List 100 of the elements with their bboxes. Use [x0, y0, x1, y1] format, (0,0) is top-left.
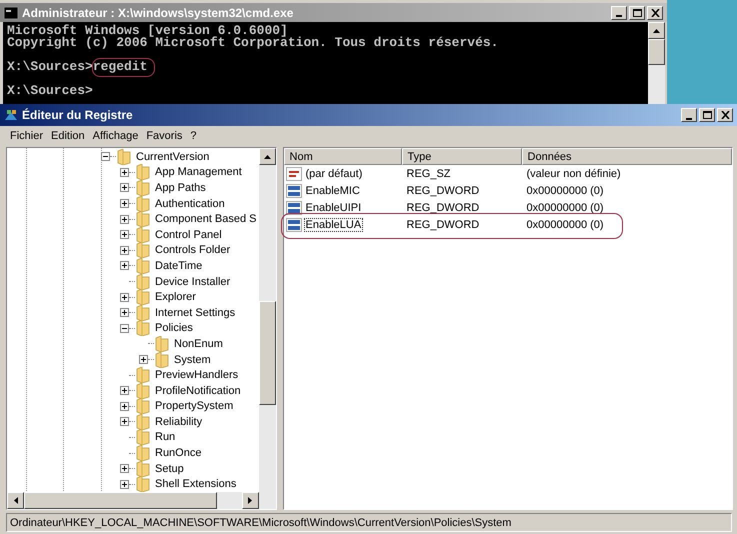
- expand-icon[interactable]: [139, 355, 148, 364]
- tree-item[interactable]: System: [172, 354, 213, 366]
- column-header[interactable]: Données: [522, 148, 732, 165]
- expand-icon[interactable]: [120, 308, 129, 318]
- expand-icon[interactable]: [120, 402, 129, 411]
- prompt-text: X:\Sources>: [7, 59, 93, 74]
- console-line: X:\Sources>: [7, 83, 93, 98]
- folder-icon: [136, 382, 150, 399]
- string-value-icon: [286, 166, 302, 180]
- tree-item[interactable]: Device Installer: [153, 276, 232, 288]
- window-title: Éditeur du Registre: [22, 108, 134, 122]
- folder-icon: [136, 367, 150, 384]
- maximize-button[interactable]: [699, 108, 715, 122]
- folder-icon: [136, 304, 150, 321]
- folder-icon: [136, 414, 150, 430]
- folder-icon: [136, 429, 150, 446]
- tree-item[interactable]: PropertySystem: [153, 400, 236, 412]
- tree-item[interactable]: Controls Folder: [153, 244, 232, 256]
- tree-item[interactable]: PreviewHandlers: [153, 369, 240, 382]
- folder-icon: [136, 320, 150, 336]
- tree-item[interactable]: NonEnum: [172, 338, 225, 350]
- tree-item[interactable]: Explorer: [153, 291, 198, 304]
- binary-value-icon: [286, 184, 302, 198]
- expand-icon[interactable]: [120, 480, 129, 489]
- folder-icon: [136, 476, 150, 492]
- tree-item[interactable]: App Paths: [153, 182, 208, 194]
- console-line: Microsoft Windows [version 6.0.6000]: [7, 23, 288, 38]
- tree-item[interactable]: App Management: [153, 166, 244, 178]
- folder-icon: [136, 398, 150, 414]
- expand-icon[interactable]: [120, 417, 129, 426]
- folder-icon: [136, 242, 150, 258]
- folder-icon: [117, 148, 131, 165]
- tree-item[interactable]: DateTime: [153, 260, 204, 272]
- tree-item[interactable]: Authentication: [153, 198, 227, 210]
- folder-icon: [136, 460, 150, 477]
- folder-icon: [136, 445, 150, 462]
- minimize-button[interactable]: [681, 108, 697, 122]
- folder-icon: [136, 196, 150, 212]
- value-type: REG_DWORD: [406, 202, 480, 214]
- horizontal-scrollbar[interactable]: [7, 492, 276, 509]
- expand-icon[interactable]: [120, 199, 129, 208]
- expand-icon[interactable]: [120, 261, 129, 270]
- registry-icon: [4, 109, 18, 121]
- close-button[interactable]: [717, 108, 733, 122]
- collapse-icon[interactable]: [120, 324, 129, 333]
- tree-item[interactable]: CurrentVersion: [134, 150, 212, 163]
- value-data: 0x00000000 (0): [526, 184, 605, 196]
- binary-value-icon: [286, 218, 302, 232]
- folder-icon: [136, 211, 150, 228]
- vertical-scrollbar[interactable]: [648, 22, 665, 104]
- value-name[interactable]: (par défaut): [304, 166, 364, 180]
- tree-item[interactable]: RunOnce: [153, 447, 204, 460]
- value-name[interactable]: EnableUIPI: [304, 200, 364, 214]
- menu-item[interactable]: Fichier: [6, 130, 48, 142]
- left-arrow-icon: [14, 497, 18, 504]
- column-header[interactable]: Nom: [284, 148, 402, 165]
- window-title: Administrateur : X:\windows\system32\cmd.exe: [22, 6, 294, 20]
- value-name[interactable]: EnableMIC: [304, 184, 362, 198]
- value-type: REG_SZ: [406, 168, 452, 180]
- folder-icon: [136, 258, 150, 274]
- menu-item[interactable]: ?: [186, 130, 201, 142]
- tree-item[interactable]: Shell Extensions: [153, 478, 238, 490]
- tree-item[interactable]: Component Based S: [153, 213, 259, 226]
- folder-icon: [136, 289, 150, 306]
- menu-item[interactable]: Favoris: [142, 130, 186, 142]
- folder-icon: [136, 180, 150, 196]
- menu-item[interactable]: Affichage: [88, 130, 142, 142]
- value-data: (valeur non définie): [526, 168, 622, 180]
- status-bar: Ordinateur\HKEY_LOCAL_MACHINE\SOFTWARE\Microsoft\Windows\CurrentVersion\Policies\System: [6, 513, 732, 532]
- expand-icon[interactable]: [120, 230, 129, 240]
- vertical-scrollbar[interactable]: [258, 148, 276, 492]
- folder-icon: [155, 336, 169, 352]
- expand-icon[interactable]: [120, 183, 129, 192]
- expand-icon[interactable]: [120, 464, 129, 474]
- expand-icon[interactable]: [120, 214, 129, 224]
- collapse-icon[interactable]: [101, 152, 110, 162]
- folder-icon: [136, 274, 150, 290]
- expand-icon[interactable]: [120, 292, 129, 302]
- expand-icon[interactable]: [120, 386, 129, 396]
- value-data: 0x00000000 (0): [526, 202, 605, 214]
- console-icon: [4, 6, 18, 18]
- right-arrow-icon: [248, 497, 252, 504]
- tree-item[interactable]: ProfileNotification: [153, 384, 243, 397]
- menu-item[interactable]: Edition: [47, 130, 89, 142]
- binary-value-icon: [286, 200, 302, 214]
- value-type: REG_DWORD: [406, 184, 480, 196]
- folder-icon: [155, 352, 169, 368]
- tree-item[interactable]: Setup: [153, 462, 186, 475]
- tree-item[interactable]: Run: [153, 431, 178, 444]
- expand-icon[interactable]: [120, 168, 129, 177]
- maximize-icon: [702, 111, 712, 119]
- tree-item[interactable]: Control Panel: [153, 228, 224, 241]
- value-name[interactable]: EnableLUA: [304, 218, 364, 232]
- tree-item[interactable]: Reliability: [153, 416, 204, 428]
- folder-icon: [136, 164, 150, 180]
- expand-icon[interactable]: [120, 246, 129, 255]
- minimize-icon: [616, 15, 622, 17]
- tree-item[interactable]: Internet Settings: [153, 306, 238, 319]
- column-header[interactable]: Type: [402, 148, 522, 165]
- tree-item[interactable]: Policies: [153, 322, 195, 334]
